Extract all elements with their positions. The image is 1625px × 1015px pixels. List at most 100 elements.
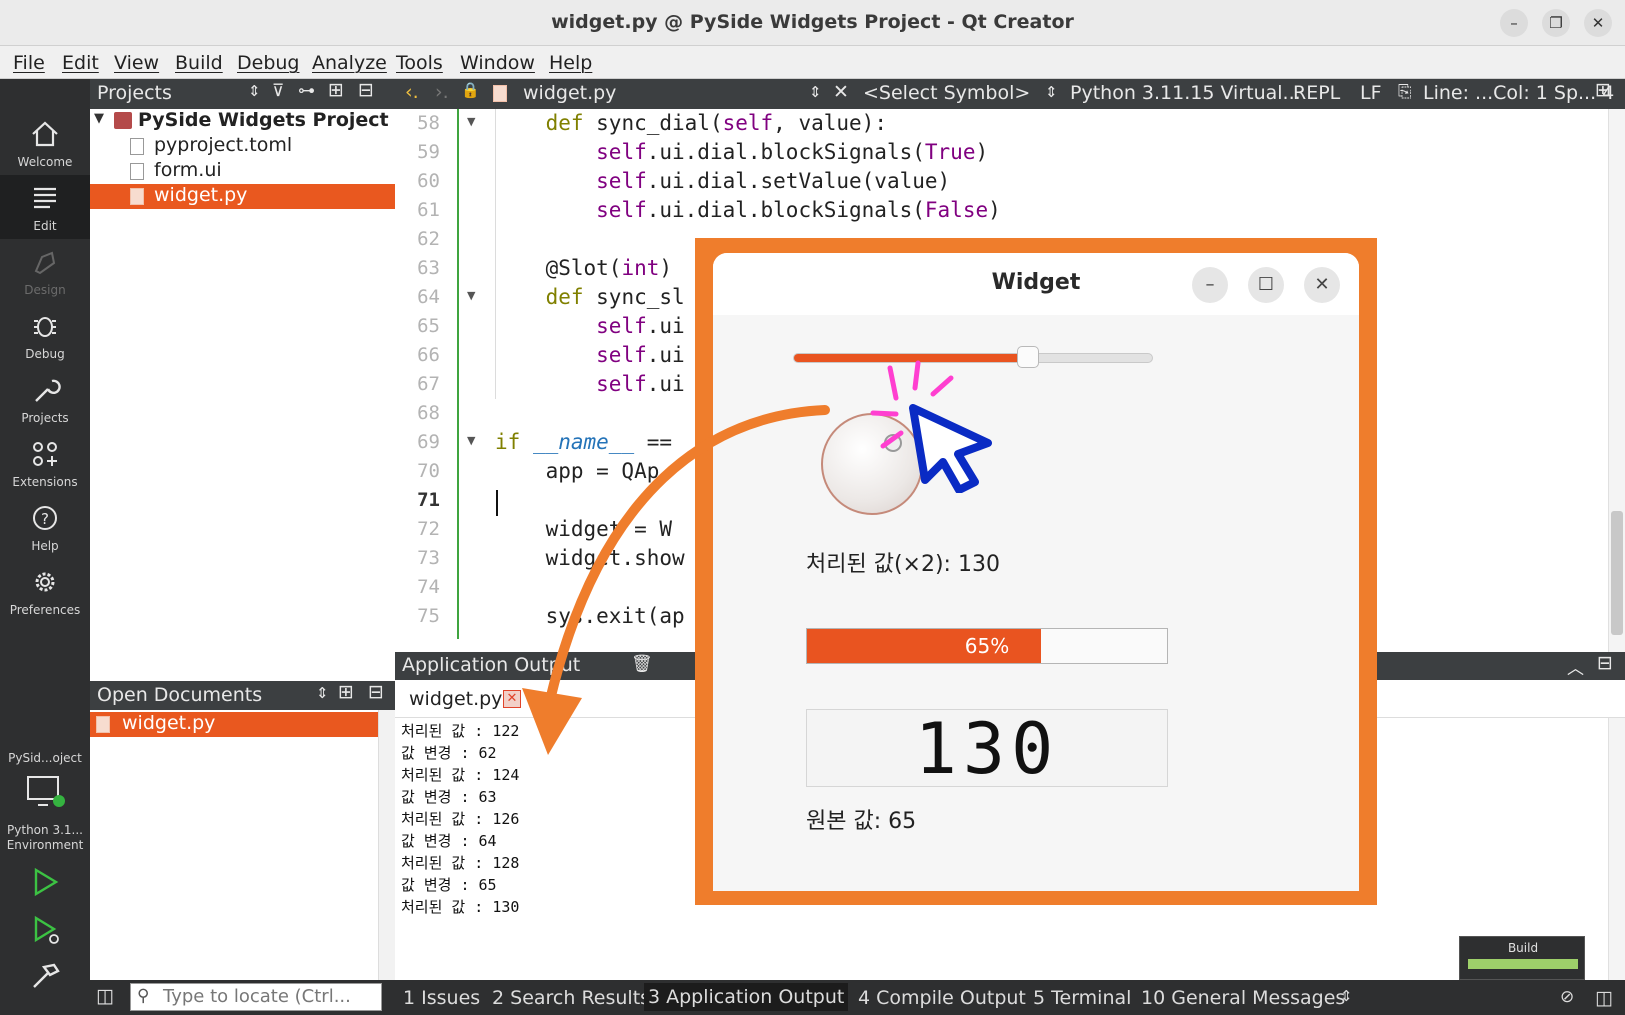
close-pane-icon[interactable]: ⊟: [358, 79, 374, 101]
pane-selector-arrows-icon[interactable]: ⇕: [248, 82, 261, 100]
menu-debug[interactable]: Debug: [237, 52, 299, 74]
output-tab[interactable]: widget.py: [409, 688, 502, 710]
project-tree: ▼ PySide Widgets Project pyproject.toml …: [90, 109, 395, 681]
line-ending-label[interactable]: LF: [1360, 82, 1382, 104]
mode-label: Design: [24, 283, 66, 297]
cursor-position-label[interactable]: Line: ...Col: 1 Sp... 4: [1423, 82, 1614, 104]
debug-run-icon[interactable]: [30, 915, 62, 947]
widget-minimize-button[interactable]: –: [1192, 267, 1228, 303]
menu-window[interactable]: Window: [460, 52, 535, 74]
toggle-right-sidebar-icon[interactable]: ◫: [1595, 987, 1613, 1009]
mode-welcome[interactable]: Welcome: [0, 111, 90, 175]
close-button[interactable]: ✕: [1584, 9, 1612, 37]
split-icon[interactable]: ⊞: [328, 79, 344, 101]
locator-input[interactable]: ⚲ Type to locate (Ctrl...: [130, 983, 382, 1011]
open-document-item[interactable]: widget.py: [90, 712, 378, 737]
tree-item-widget-py[interactable]: widget.py: [90, 184, 395, 209]
split-icon[interactable]: ⊞: [1595, 79, 1611, 101]
editor-scrollbar[interactable]: [1608, 109, 1625, 652]
widget-maximize-button[interactable]: ☐: [1248, 267, 1284, 303]
menu-edit[interactable]: Edit: [62, 52, 99, 74]
forward-icon[interactable]: ›.: [435, 81, 449, 103]
slider-handle[interactable]: [1017, 346, 1039, 368]
pane-terminal[interactable]: 5 Terminal: [1033, 987, 1131, 1009]
title-bar: widget.py @ PySide Widgets Project - Qt …: [0, 0, 1625, 46]
tree-item-form-ui[interactable]: form.ui: [90, 159, 395, 184]
progress-text: 65%: [964, 634, 1010, 658]
pane-selector-arrows-icon[interactable]: ⇕: [316, 684, 329, 702]
back-icon[interactable]: ‹.: [405, 81, 419, 103]
mouse-cursor-icon: [870, 360, 992, 493]
fold-arrow-icon[interactable]: ▼: [467, 115, 475, 128]
link-icon[interactable]: ⊶: [298, 81, 315, 101]
mode-edit[interactable]: Edit: [0, 175, 90, 239]
progress-bar: 65%: [806, 628, 1168, 664]
mode-debug[interactable]: Debug: [0, 303, 90, 367]
build-hammer-icon[interactable]: [30, 961, 60, 991]
code-line: self.ui.dial.blockSignals(True): [596, 140, 989, 164]
code-line: @Slot(int): [495, 256, 673, 280]
menu-analyze[interactable]: Analyze: [312, 52, 387, 74]
more-panes-arrows-icon[interactable]: ⇕: [1340, 987, 1353, 1005]
mode-label: Edit: [33, 219, 57, 233]
notification-icon[interactable]: ⊘: [1560, 987, 1574, 1007]
expand-arrow-icon[interactable]: ▼: [94, 111, 104, 126]
kit-selector[interactable]: [26, 775, 66, 815]
selector-arrows-icon[interactable]: ⇕: [809, 83, 822, 101]
mode-projects[interactable]: Projects: [0, 367, 90, 431]
line-number: 61: [417, 199, 440, 221]
line-number: 75: [417, 605, 440, 627]
editor-file-selector[interactable]: widget.py: [523, 82, 616, 104]
extensions-icon: [33, 442, 57, 466]
scrollbar-thumb[interactable]: [1611, 511, 1623, 635]
pane-application-output[interactable]: 3 Application Output: [644, 983, 849, 1011]
open-documents-title: Open Documents: [97, 684, 263, 706]
maximize-pane-icon[interactable]: ︿: [1567, 654, 1584, 679]
mode-preferences[interactable]: Preferences: [0, 559, 90, 623]
close-pane-icon[interactable]: ⊟: [368, 681, 384, 703]
repl-button[interactable]: REPL: [1293, 82, 1340, 104]
run-icon[interactable]: [30, 867, 60, 897]
fold-arrow-icon[interactable]: ▼: [467, 289, 475, 302]
output-line: 값 변경 : 62: [401, 744, 497, 762]
mode-label: Projects: [21, 411, 69, 425]
pane-compile-output[interactable]: 4 Compile Output: [858, 987, 1026, 1009]
interpreter-selector[interactable]: Python 3.11.15 Virtual...: [1070, 82, 1301, 104]
menu-view[interactable]: View: [114, 52, 159, 74]
close-document-icon[interactable]: ✕: [833, 81, 849, 103]
project-root[interactable]: ▼ PySide Widgets Project: [90, 109, 395, 134]
editor-toolbar: ‹. ›. 🔒 widget.py ⇕ ✕ <Select Symbol> ⇕ …: [395, 79, 1625, 109]
fold-arrow-icon[interactable]: ▼: [467, 434, 475, 447]
output-line: 값 변경 : 65: [401, 876, 497, 894]
tree-item-pyproject[interactable]: pyproject.toml: [90, 134, 395, 159]
menu-file[interactable]: File: [13, 52, 45, 74]
menu-build[interactable]: Build: [175, 52, 223, 74]
pane-general-messages[interactable]: 10 General Messages: [1141, 987, 1345, 1009]
line-number: 63: [417, 257, 440, 279]
mode-extensions[interactable]: Extensions: [0, 431, 90, 495]
menu-help[interactable]: Help: [549, 52, 592, 74]
restore-button[interactable]: ❐: [1542, 9, 1570, 37]
mode-design[interactable]: Design: [0, 239, 90, 303]
search-icon: ⚲: [137, 986, 150, 1006]
scrollbar[interactable]: [378, 710, 395, 980]
widget-title-bar: Widget – ☐ ✕: [713, 253, 1359, 315]
toggle-sidebar-icon[interactable]: ◫: [96, 985, 114, 1007]
selector-arrows-icon[interactable]: ⇕: [1045, 83, 1058, 101]
output-scrollbar[interactable]: [1608, 718, 1625, 980]
widget-close-button[interactable]: ✕: [1304, 267, 1340, 303]
mode-help[interactable]: ? Help: [0, 495, 90, 559]
line-number: 62: [417, 228, 440, 250]
split-icon[interactable]: ⊞: [338, 681, 354, 703]
pane-search-results[interactable]: 2 Search Results: [492, 987, 650, 1009]
pane-issues[interactable]: 1 Issues: [403, 987, 480, 1009]
close-pane-icon[interactable]: ⊟: [1597, 652, 1613, 674]
minimize-button[interactable]: –: [1500, 9, 1528, 37]
line-number: 71: [417, 489, 440, 511]
menu-tools[interactable]: Tools: [396, 52, 443, 74]
build-progress[interactable]: Build: [1459, 936, 1585, 980]
symbol-selector[interactable]: <Select Symbol>: [863, 82, 1030, 104]
filter-icon[interactable]: ⊽: [272, 81, 284, 101]
projects-pane-header: Projects ⇕ ⊽ ⊶ ⊞ ⊟: [90, 79, 395, 109]
code-line: self.ui: [596, 314, 685, 338]
